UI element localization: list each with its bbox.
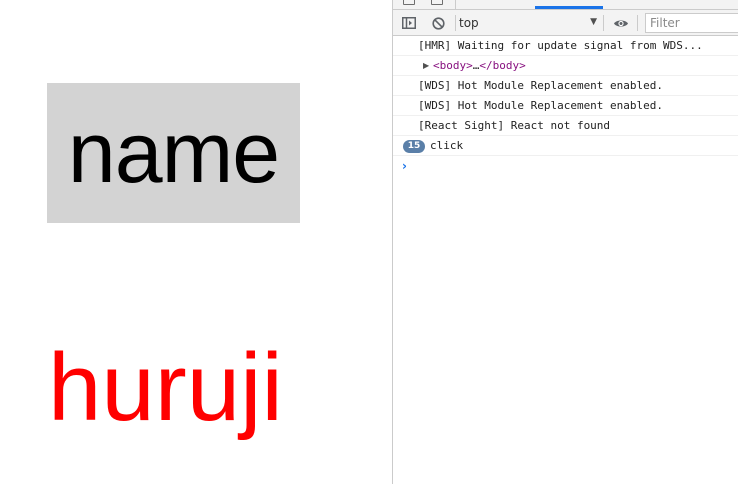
- console-message-text: [WDS] Hot Module Replacement enabled.: [418, 79, 664, 92]
- console-message: [HMR] Waiting for update signal from WDS…: [393, 36, 738, 56]
- devtools-tabbar: [393, 0, 738, 10]
- prompt-chevron-icon: ›: [402, 159, 407, 173]
- toolbar-divider: [455, 15, 456, 31]
- page-viewport: name huruji: [0, 0, 392, 484]
- clear-console-icon[interactable]: [430, 15, 446, 31]
- console-message-text: [React Sight] React not found: [418, 119, 611, 132]
- console-message: [WDS] Hot Module Replacement enabled.: [393, 96, 738, 116]
- console-message-text: [HMR] Waiting for update signal from WDS…: [418, 39, 703, 52]
- console-message: [React Sight] React not found: [393, 116, 738, 136]
- body-open-tag: <body>: [433, 59, 473, 72]
- chevron-down-icon: ▼: [590, 17, 597, 27]
- device-toolbar-icon[interactable]: [431, 0, 443, 5]
- expand-triangle-icon[interactable]: ▶: [423, 56, 429, 75]
- toolbar-divider: [603, 15, 604, 31]
- live-expression-icon[interactable]: [613, 15, 629, 31]
- console-messages: [HMR] Waiting for update signal from WDS…: [393, 36, 738, 176]
- huruji-label[interactable]: huruji: [48, 340, 283, 436]
- tab-console-active-indicator[interactable]: [535, 6, 603, 9]
- repeat-count-badge: 15: [403, 140, 425, 153]
- toolbar-divider: [637, 15, 638, 31]
- tab-divider: [455, 0, 456, 9]
- console-filter-input[interactable]: [645, 13, 738, 33]
- body-close-tag: </body>: [479, 59, 526, 72]
- console-message-text: click: [430, 139, 464, 152]
- console-message-text: [WDS] Hot Module Replacement enabled.: [418, 99, 664, 112]
- name-box: name: [47, 83, 300, 223]
- body-element-node[interactable]: <body>…</body>: [433, 56, 526, 75]
- console-sidebar-icon[interactable]: [401, 15, 417, 31]
- inspect-element-icon[interactable]: [403, 0, 415, 5]
- console-message: [WDS] Hot Module Replacement enabled.: [393, 76, 738, 96]
- name-label: name: [67, 105, 280, 201]
- console-prompt[interactable]: ›: [393, 156, 738, 176]
- context-selector-value: top: [459, 16, 479, 30]
- console-message-body-element: ▶ <body>…</body>: [393, 56, 738, 76]
- console-message-repeated: 15 click: [393, 136, 738, 156]
- context-selector[interactable]: top ▼: [459, 14, 597, 32]
- console-toolbar: top ▼: [393, 10, 738, 36]
- devtools-panel: top ▼ [HMR] Waiting for update signal fr…: [392, 0, 738, 484]
